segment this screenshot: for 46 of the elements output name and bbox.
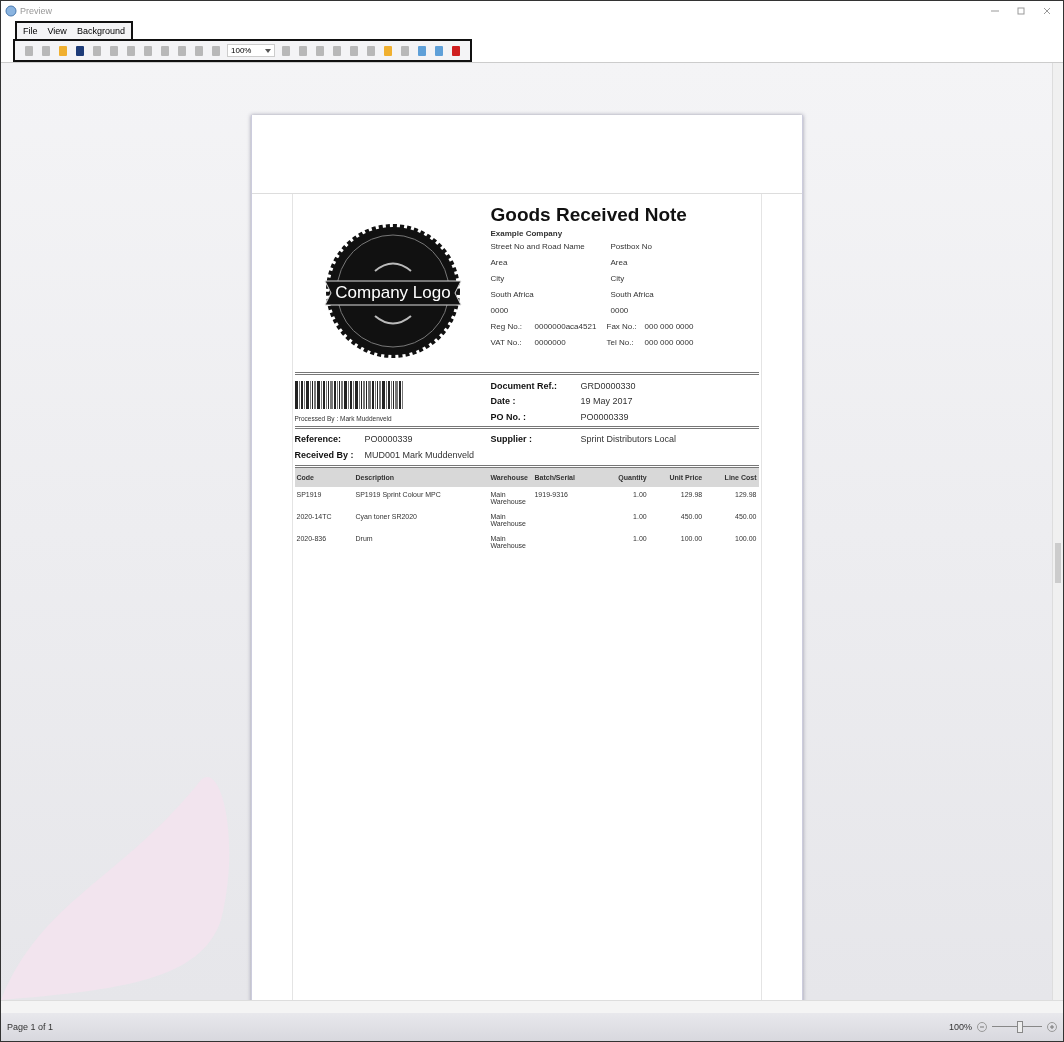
slider-thumb[interactable] <box>1016 1021 1023 1033</box>
field-value: 19 May 2017 <box>580 396 634 407</box>
field-label: Reg No.: <box>490 322 524 331</box>
document-title: Goods Received Note <box>490 204 688 226</box>
field-label: VAT No.: <box>490 338 523 347</box>
address-line: Area <box>490 258 509 267</box>
maximize-icon[interactable] <box>1017 7 1025 15</box>
field-value: GRD0000330 <box>580 381 636 392</box>
field-label: PO No. : <box>490 411 527 422</box>
field-value: 0000000 <box>534 338 567 347</box>
field-value: Sprint Distributors Local <box>580 434 678 444</box>
address-line: South Africa <box>490 290 535 299</box>
caret-icon <box>265 48 272 53</box>
company-name: Example Company <box>490 229 564 238</box>
field-label: Received By : <box>294 450 355 460</box>
field-label: Date : <box>490 396 517 407</box>
field-label: Tel No.: <box>606 338 635 347</box>
field-value: PO0000339 <box>580 411 630 422</box>
page-indicator: Page 1 of 1 <box>7 1022 54 1032</box>
vertical-scrollbar[interactable] <box>1052 63 1063 1000</box>
zoom-level: 100% <box>948 1022 972 1032</box>
address-line: City <box>610 274 626 283</box>
field-label: Fax No.: <box>606 322 638 331</box>
address-line: Street No and Road Name <box>490 242 586 251</box>
field-value: PO0000339 <box>364 434 414 444</box>
window-title: Preview <box>20 6 52 16</box>
app-icon <box>5 5 17 17</box>
field-label: Supplier : <box>490 434 533 444</box>
menu-item[interactable]: Background <box>76 26 125 36</box>
minimize-icon[interactable] <box>991 7 999 15</box>
menu-item[interactable]: File <box>23 26 38 36</box>
field-label: Reference: <box>294 434 343 444</box>
menu-item[interactable]: View <box>47 26 67 36</box>
horizontal-scrollbar[interactable] <box>1 1000 1063 1013</box>
field-value: 000 000 0000 <box>644 338 695 347</box>
address-line: Area <box>610 258 629 267</box>
address-line: 0000 <box>610 306 630 315</box>
address-line: South Africa <box>610 290 655 299</box>
zoom-dropdown[interactable]: 100% <box>227 44 276 57</box>
field-value: 0000000aca4521 <box>534 322 598 331</box>
field-value: MUD001 Mark Muddenveld <box>364 450 476 460</box>
field-value: 000 000 0000 <box>644 322 695 331</box>
address-line: 0000 <box>490 306 510 315</box>
address-line: Postbox No <box>610 242 653 251</box>
field-label: Document Ref.: <box>490 381 558 392</box>
address-line: City <box>490 274 506 283</box>
